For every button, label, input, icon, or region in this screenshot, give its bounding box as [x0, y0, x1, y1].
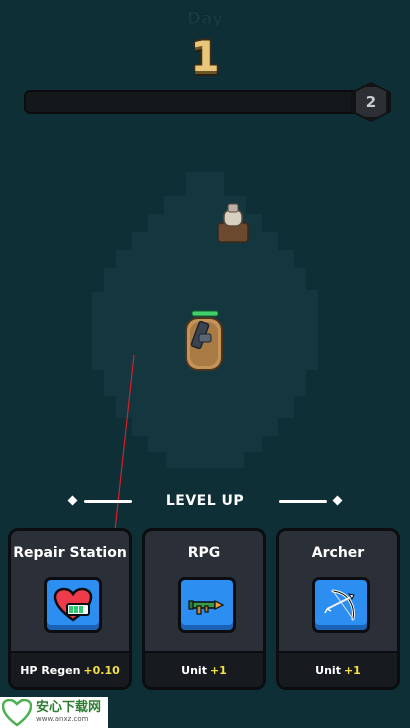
- card-stat: Unit +1: [145, 651, 263, 687]
- player-unit: [185, 317, 223, 371]
- heart-repair-icon: [44, 577, 102, 633]
- day-label: Day: [186, 9, 224, 30]
- rocket-launcher-icon: [178, 577, 236, 633]
- card-stat: Unit +1: [279, 651, 397, 687]
- player-health-bar: [191, 310, 219, 317]
- stat-value: +0.10: [83, 663, 120, 677]
- card-title: Repair Station: [13, 545, 127, 561]
- card-stat: HP Regen +0.10: [11, 651, 129, 687]
- upgrade-card-archer[interactable]: Archer Unit +1: [276, 528, 400, 690]
- right-divider: [279, 500, 327, 503]
- watermark-url: www.anxz.com: [36, 715, 89, 723]
- stat-label: Unit: [315, 663, 341, 677]
- level-up-title: LEVEL UP: [165, 493, 245, 509]
- card-title: Archer: [311, 545, 365, 561]
- day-number: 1: [190, 32, 220, 81]
- watermark-logo-icon: [2, 698, 32, 727]
- xp-progress-bar: [24, 90, 364, 114]
- upgrade-card-rpg[interactable]: RPG Unit +1: [142, 528, 266, 690]
- watermark: 安心下载网 www.anxz.com: [0, 697, 108, 728]
- stat-value: +1: [343, 663, 361, 677]
- upgrade-card-repair-station[interactable]: Repair Station HP Regen +0.10: [8, 528, 132, 690]
- bow-arrow-icon: [312, 577, 370, 633]
- stat-label: HP Regen: [20, 663, 81, 677]
- level-up-header: LEVEL UP: [0, 492, 410, 512]
- stat-value: +1: [209, 663, 227, 677]
- watermark-title: 安心下载网: [36, 700, 102, 715]
- stat-label: Unit: [181, 663, 207, 677]
- card-title: RPG: [187, 545, 221, 561]
